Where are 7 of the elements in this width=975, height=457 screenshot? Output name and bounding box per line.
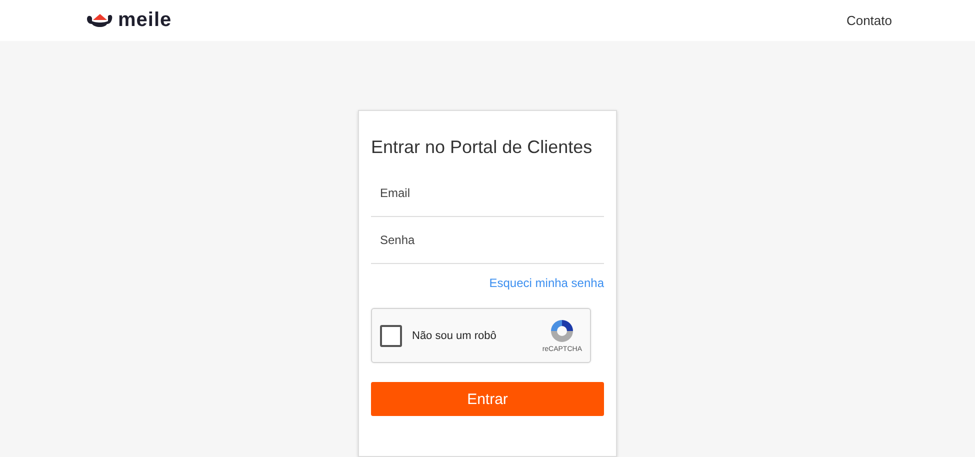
recaptcha-icon	[549, 318, 576, 344]
login-title: Entrar no Portal de Clientes	[371, 137, 594, 158]
nav-link[interactable]: Contato	[846, 12, 892, 28]
captcha-label: Não sou um robô	[412, 330, 498, 342]
logo-text[interactable]: meile	[118, 9, 172, 32]
logo-icon	[85, 12, 115, 30]
captcha-checkbox[interactable]	[380, 324, 402, 346]
